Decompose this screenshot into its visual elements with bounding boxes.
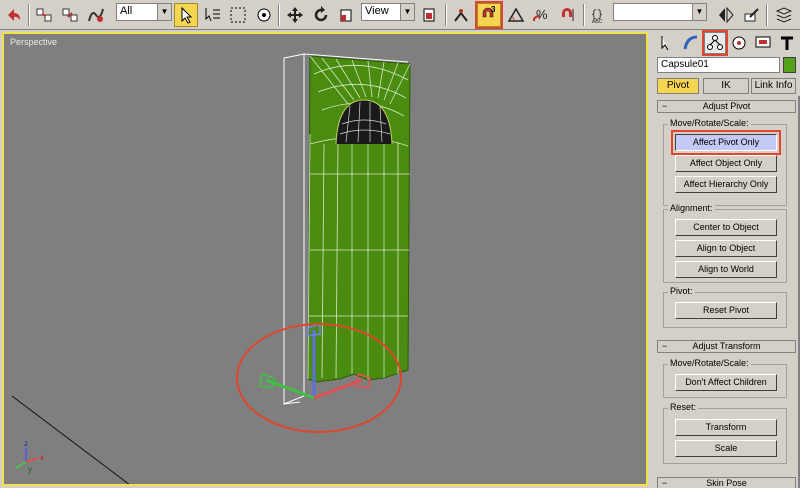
- align-to-object-button[interactable]: Align to Object: [675, 240, 777, 257]
- selection-filter-dropdown[interactable]: All ▼: [116, 3, 172, 21]
- adjust-transform-header[interactable]: − Adjust Transform: [657, 340, 796, 353]
- y-axis-label: y: [28, 465, 32, 474]
- hierarchy-tab-icon[interactable]: [702, 30, 728, 56]
- tab-pivot[interactable]: Pivot: [657, 78, 699, 94]
- svg-text:3: 3: [491, 5, 496, 14]
- undo-icon[interactable]: [2, 3, 26, 27]
- window-crossing-icon[interactable]: [252, 3, 276, 27]
- selection-filter-value: All: [120, 5, 133, 17]
- edit-named-selections-icon[interactable]: {} ABC: [587, 3, 611, 27]
- 3d-snap-icon[interactable]: 3: [475, 1, 503, 29]
- adjust-transform-rollout: − Adjust Transform Move/Rotate/Scale: Do…: [657, 340, 796, 470]
- skin-pose-header[interactable]: − Skin Pose: [657, 477, 796, 488]
- z-axis-label: z: [24, 439, 28, 448]
- main-toolbar: All ▼ View ▼ 3 % {} ABC ▼: [0, 0, 800, 30]
- object-color-swatch[interactable]: [783, 57, 796, 73]
- dont-affect-children-button[interactable]: Don't Affect Children: [675, 374, 777, 391]
- layers-icon[interactable]: [772, 3, 796, 27]
- group-label: Move/Rotate/Scale:: [668, 118, 751, 128]
- rollout-title: Skin Pose: [706, 478, 747, 488]
- perspective-viewport[interactable]: Perspective z x y: [2, 32, 648, 486]
- pivot-group: Pivot: Reset Pivot: [663, 286, 787, 328]
- collapse-icon: −: [662, 101, 668, 111]
- chevron-down-icon: ▼: [400, 4, 414, 20]
- center-to-object-button[interactable]: Center to Object: [675, 219, 777, 236]
- move-icon[interactable]: [283, 3, 307, 27]
- scale-icon[interactable]: [335, 3, 359, 27]
- adjust-pivot-rollout: − Adjust Pivot Move/Rotate/Scale: Affect…: [657, 100, 796, 340]
- svg-text:%: %: [536, 7, 548, 22]
- object-name-field[interactable]: Capsule01: [657, 57, 780, 73]
- collapse-icon: −: [662, 478, 668, 488]
- display-tab-icon[interactable]: [752, 32, 774, 54]
- manipulate-icon[interactable]: [449, 3, 473, 27]
- group-label: Reset:: [668, 402, 699, 412]
- command-panel: Capsule01 Pivot IK Link Info − Adjust Pi…: [652, 30, 800, 488]
- unlink-icon[interactable]: [58, 3, 82, 27]
- axis-tripod: z x y: [15, 439, 44, 474]
- coord-system-value: View: [365, 5, 389, 17]
- create-tab-icon[interactable]: [656, 32, 678, 54]
- align-to-world-button[interactable]: Align to World: [675, 261, 777, 278]
- reference-coord-dropdown[interactable]: View ▼: [361, 3, 415, 21]
- svg-text:ABC: ABC: [592, 19, 603, 25]
- group-label: Pivot:: [668, 286, 695, 296]
- align-icon[interactable]: [740, 3, 764, 27]
- link-icon[interactable]: [32, 3, 56, 27]
- skin-pose-rollout: − Skin Pose: [657, 477, 796, 488]
- select-object-icon[interactable]: [174, 3, 198, 27]
- utilities-tab-icon[interactable]: [776, 32, 798, 54]
- viewport-scene: z x y: [11, 53, 411, 484]
- pivot-center-icon[interactable]: [418, 3, 442, 27]
- scale-button[interactable]: Scale: [675, 440, 777, 457]
- transform-button[interactable]: Transform: [675, 419, 777, 436]
- rollout-title: Adjust Transform: [692, 341, 761, 351]
- select-by-name-icon[interactable]: [200, 3, 224, 27]
- modify-tab-icon[interactable]: [680, 32, 702, 54]
- angle-snap-icon[interactable]: [504, 3, 528, 27]
- bind-space-warp-icon[interactable]: [84, 3, 108, 27]
- command-panel-tabs: [656, 30, 798, 56]
- motion-tab-icon[interactable]: [728, 32, 750, 54]
- spinner-snap-icon[interactable]: [556, 3, 580, 27]
- x-axis-label: x: [40, 453, 44, 462]
- affect-pivot-only-button[interactable]: Affect Pivot Only: [671, 130, 781, 155]
- tab-ik[interactable]: IK: [703, 78, 749, 94]
- affect-hierarchy-only-button[interactable]: Affect Hierarchy Only: [675, 176, 777, 193]
- capsule-object: [307, 55, 411, 383]
- rectangle-selection-icon[interactable]: [226, 3, 250, 27]
- alignment-group: Alignment: Center to Object Align to Obj…: [663, 203, 787, 283]
- chevron-down-icon: ▼: [157, 4, 171, 20]
- tab-link-info[interactable]: Link Info: [751, 78, 796, 94]
- named-selection-dropdown[interactable]: ▼: [613, 3, 707, 21]
- adjust-pivot-header[interactable]: − Adjust Pivot: [657, 100, 796, 113]
- reset-group: Reset: Transform Scale: [663, 402, 787, 464]
- group-label: Move/Rotate/Scale:: [668, 358, 751, 368]
- move-rotate-scale-group: Move/Rotate/Scale: Affect Pivot Only Aff…: [663, 118, 787, 206]
- percent-snap-icon[interactable]: %: [530, 3, 554, 27]
- collapse-icon: −: [662, 341, 668, 351]
- group-label: Alignment:: [668, 203, 715, 213]
- chevron-down-icon: ▼: [692, 4, 706, 20]
- reset-pivot-button[interactable]: Reset Pivot: [675, 302, 777, 319]
- rollout-title: Adjust Pivot: [702, 101, 751, 111]
- transform-move-group: Move/Rotate/Scale: Don't Affect Children: [663, 358, 787, 398]
- mirror-icon[interactable]: [714, 3, 738, 27]
- rotate-icon[interactable]: [309, 3, 333, 27]
- affect-object-only-button[interactable]: Affect Object Only: [675, 155, 777, 172]
